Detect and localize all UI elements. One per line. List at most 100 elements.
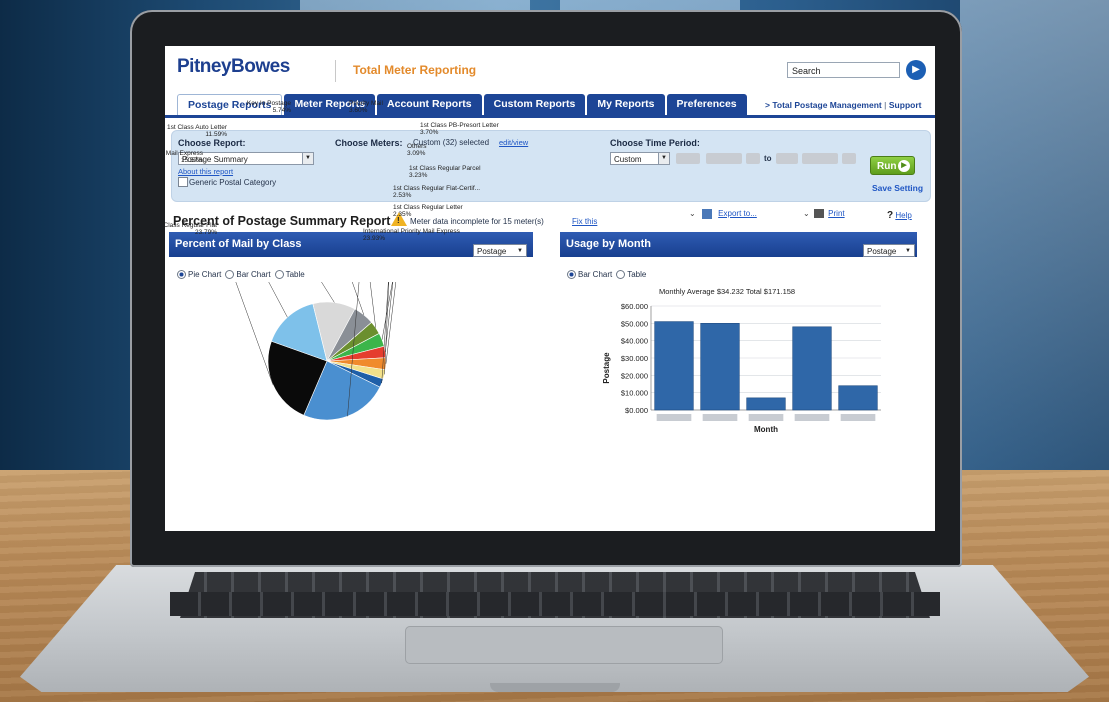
y-tick-label: $60.000: [621, 302, 648, 311]
radio-table[interactable]: Table: [616, 270, 646, 280]
pie-slice-name: Others: [407, 143, 427, 150]
right-panel-select-value: Postage: [867, 247, 897, 256]
run-button[interactable]: Run ▶: [870, 156, 915, 175]
chevron-down-icon: ⌄: [803, 209, 810, 218]
print-link[interactable]: Print: [828, 209, 844, 218]
pie-slice-label: Priority Mail 3.60%: [349, 100, 383, 114]
pie-slice-label: 1st Class Regular Letter 2.35%: [393, 204, 463, 218]
y-tick-label: $10.000: [621, 389, 648, 398]
start-day-select[interactable]: [706, 153, 742, 164]
chevron-down-icon: ▼: [658, 153, 669, 164]
pie-slice-label: 1st Class Regular Flat23.79%: [165, 222, 217, 236]
export-icon: [701, 209, 712, 219]
x-tick-label-blurred: [840, 414, 876, 421]
filter-panel: Choose Report: Postage Summary ▼ About t…: [171, 130, 931, 202]
radio-table[interactable]: Table: [274, 270, 305, 280]
radio-pie-chart[interactable]: Pie Chart: [177, 270, 222, 280]
search-input[interactable]: Search: [787, 62, 900, 78]
x-tick-label-blurred: [748, 414, 784, 421]
end-day-select[interactable]: [802, 153, 838, 164]
radio-icon: [616, 270, 626, 280]
fix-this-link[interactable]: Fix this: [572, 217, 597, 226]
pie-slice-name: Priority Mail Express: [165, 150, 203, 157]
bar[interactable]: [654, 321, 694, 411]
pie-slice-label: Others 3.09%: [407, 143, 427, 157]
window-pane: [960, 0, 1109, 470]
app-title: Total Meter Reporting: [353, 63, 477, 77]
pie-slice-percent: 3.09%: [407, 150, 426, 157]
left-panel-select[interactable]: Postage ▼: [473, 244, 527, 257]
pie-slice-name: 1st Class Regular Parcel: [409, 165, 481, 172]
help-menu[interactable]: ? Help: [887, 210, 912, 221]
edit-view-link[interactable]: edit/view: [499, 138, 528, 147]
choose-meters-label: Choose Meters:: [335, 138, 403, 148]
pie-slice-label: Key In Postage 5.74%: [247, 100, 291, 114]
radio-bar-chart[interactable]: Bar Chart: [567, 270, 613, 280]
x-tick-label-blurred: [656, 414, 692, 421]
radio-bar-chart[interactable]: Bar Chart: [225, 270, 271, 280]
pie-slice-percent: 15.57%: [180, 157, 203, 164]
radio-icon: [225, 270, 235, 280]
pie-slice-label: 1st Class Auto Letter 11.59%: [167, 124, 227, 138]
radio-label: Pie Chart: [188, 270, 222, 279]
bar[interactable]: [792, 326, 832, 411]
time-period-select[interactable]: Custom ▼: [610, 152, 670, 165]
tab-custom-reports[interactable]: Custom Reports: [483, 94, 586, 115]
start-month-select[interactable]: [676, 153, 700, 164]
pie-slice-name: 1st Class Auto Letter: [167, 124, 227, 131]
chevron-down-icon: ▼: [905, 248, 911, 254]
save-setting-link[interactable]: Save Setting: [872, 183, 923, 193]
laptop-trackpad: [405, 626, 723, 664]
right-view-options: Bar Chart Table: [567, 270, 646, 280]
generic-category-label: Generic Postal Category: [189, 178, 277, 187]
total-postage-link[interactable]: > Total Postage Management: [765, 100, 882, 110]
radio-label: Bar Chart: [578, 270, 613, 279]
pie-leader-line: [268, 282, 288, 318]
pie-chart: [235, 282, 397, 421]
support-link[interactable]: Support: [889, 100, 922, 110]
tab-my-reports[interactable]: My Reports: [587, 94, 665, 115]
left-panel-select-value: Postage: [477, 247, 507, 256]
header-divider: [335, 60, 336, 82]
y-tick-label: $50.000: [621, 319, 648, 328]
pie-slice-label: Priority Mail Express15.57%: [165, 150, 203, 164]
pie-slice-percent: 23.93%: [363, 235, 386, 242]
chevron-down-icon: ▼: [302, 153, 313, 164]
bar[interactable]: [746, 397, 786, 411]
right-panel-select[interactable]: Postage ▼: [863, 244, 915, 257]
y-tick-label: $40.000: [621, 337, 648, 346]
tab-account-reports[interactable]: Account Reports: [377, 94, 482, 115]
arrow-right-icon[interactable]: ▶: [906, 60, 926, 80]
pie-leader-line: [235, 282, 274, 385]
generic-category-checkbox[interactable]: [178, 177, 188, 187]
laptop-keyboard-row: [170, 592, 940, 616]
y-tick-label: $30.000: [621, 354, 648, 363]
export-link[interactable]: Export to...: [718, 209, 757, 218]
y-axis-label: Postage: [602, 352, 611, 384]
pie-slice-percent: 3.60%: [349, 107, 368, 114]
start-year-select[interactable]: [746, 153, 760, 164]
export-menu[interactable]: ⌄ Export to...: [689, 209, 757, 219]
pie-slice-percent: 3.70%: [420, 129, 439, 136]
radio-label: Table: [285, 270, 305, 279]
pie-slice-label: 1st Class Regular Flat-Certif... 2.53%: [393, 185, 480, 199]
help-icon: ?: [887, 210, 894, 221]
bar[interactable]: [838, 385, 878, 411]
pie-slice-name: International Priority Mail Express: [363, 228, 460, 235]
bar-chart: $0.000 $10.000 $20.000 $30.000 $40.000 $50.00…: [602, 302, 881, 434]
y-tick-label: $20.000: [621, 371, 648, 380]
x-axis-label: Month: [754, 425, 778, 434]
run-button-label: Run: [877, 161, 897, 172]
bar[interactable]: [700, 323, 740, 411]
app-header: PitneyBowes Total Meter Reporting Search…: [165, 46, 935, 96]
help-link[interactable]: Help: [895, 211, 911, 220]
usage-summary: Monthly Average $34.232 Total $171.158: [659, 287, 796, 296]
print-menu[interactable]: ⌄ Print: [803, 209, 845, 219]
chevron-down-icon: ⌄: [689, 209, 696, 219]
end-month-select[interactable]: [776, 153, 798, 164]
choose-time-label: Choose Time Period:: [610, 138, 700, 148]
end-year-select[interactable]: [842, 153, 856, 164]
header-links: > Total Postage Management | Support: [765, 100, 921, 110]
about-report-link[interactable]: About this report: [178, 167, 233, 176]
tab-preferences[interactable]: Preferences: [666, 94, 747, 115]
